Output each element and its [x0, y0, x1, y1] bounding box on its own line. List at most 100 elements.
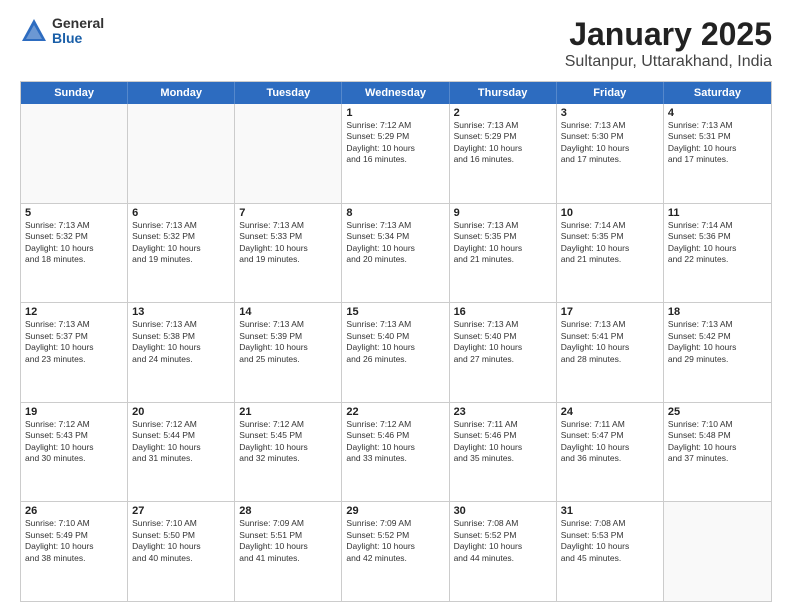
cell-info-line: Sunset: 5:47 PM: [561, 430, 659, 441]
cell-info-line: and 38 minutes.: [25, 553, 123, 564]
cell-info-line: and 32 minutes.: [239, 453, 337, 464]
cell-info-line: Daylight: 10 hours: [239, 442, 337, 453]
cell-info-line: and 35 minutes.: [454, 453, 552, 464]
day-number: 19: [25, 406, 123, 418]
cell-info-line: Sunrise: 7:12 AM: [346, 120, 444, 131]
cell-info-line: Sunrise: 7:13 AM: [25, 319, 123, 330]
calendar-cell: 5Sunrise: 7:13 AMSunset: 5:32 PMDaylight…: [21, 204, 128, 303]
cell-info-line: Sunrise: 7:12 AM: [239, 419, 337, 430]
calendar-cell: 7Sunrise: 7:13 AMSunset: 5:33 PMDaylight…: [235, 204, 342, 303]
calendar-row-2: 12Sunrise: 7:13 AMSunset: 5:37 PMDayligh…: [21, 302, 771, 402]
cell-info-line: and 23 minutes.: [25, 354, 123, 365]
cell-info-line: Sunrise: 7:13 AM: [132, 319, 230, 330]
cell-info-line: Sunrise: 7:13 AM: [561, 120, 659, 131]
day-number: 3: [561, 107, 659, 119]
day-number: 31: [561, 505, 659, 517]
cell-info-line: Sunrise: 7:11 AM: [454, 419, 552, 430]
cell-info-line: Daylight: 10 hours: [346, 143, 444, 154]
day-number: 17: [561, 306, 659, 318]
cell-info-line: Daylight: 10 hours: [454, 342, 552, 353]
cell-info-line: Daylight: 10 hours: [25, 243, 123, 254]
cell-info-line: Sunset: 5:43 PM: [25, 430, 123, 441]
day-number: 12: [25, 306, 123, 318]
calendar: SundayMondayTuesdayWednesdayThursdayFrid…: [20, 81, 772, 602]
cell-info-line: Sunset: 5:46 PM: [346, 430, 444, 441]
day-number: 21: [239, 406, 337, 418]
calendar-cell: 22Sunrise: 7:12 AMSunset: 5:46 PMDayligh…: [342, 403, 449, 502]
cell-info-line: Sunset: 5:35 PM: [561, 231, 659, 242]
cell-info-line: and 37 minutes.: [668, 453, 767, 464]
calendar-row-0: 1Sunrise: 7:12 AMSunset: 5:29 PMDaylight…: [21, 104, 771, 203]
cell-info-line: Sunrise: 7:09 AM: [239, 518, 337, 529]
header: General Blue January 2025 Sultanpur, Utt…: [20, 16, 772, 71]
cell-info-line: Sunrise: 7:12 AM: [25, 419, 123, 430]
cell-info-line: Sunset: 5:51 PM: [239, 530, 337, 541]
cell-info-line: Daylight: 10 hours: [25, 342, 123, 353]
cell-info-line: and 18 minutes.: [25, 254, 123, 265]
cell-info-line: and 44 minutes.: [454, 553, 552, 564]
cell-info-line: Daylight: 10 hours: [239, 342, 337, 353]
cell-info-line: Sunrise: 7:08 AM: [561, 518, 659, 529]
cell-info-line: Sunset: 5:32 PM: [132, 231, 230, 242]
cell-info-line: Sunset: 5:35 PM: [454, 231, 552, 242]
cell-info-line: Sunset: 5:34 PM: [346, 231, 444, 242]
page: General Blue January 2025 Sultanpur, Utt…: [0, 0, 792, 612]
cell-info-line: and 22 minutes.: [668, 254, 767, 265]
cell-info-line: and 27 minutes.: [454, 354, 552, 365]
cell-info-line: and 19 minutes.: [132, 254, 230, 265]
cell-info-line: and 17 minutes.: [668, 154, 767, 165]
calendar-cell: [235, 104, 342, 203]
cell-info-line: and 20 minutes.: [346, 254, 444, 265]
calendar-cell: 1Sunrise: 7:12 AMSunset: 5:29 PMDaylight…: [342, 104, 449, 203]
day-number: 13: [132, 306, 230, 318]
header-day-thursday: Thursday: [450, 82, 557, 104]
cell-info-line: Sunrise: 7:13 AM: [132, 220, 230, 231]
cell-info-line: Sunrise: 7:13 AM: [454, 220, 552, 231]
calendar-cell: 4Sunrise: 7:13 AMSunset: 5:31 PMDaylight…: [664, 104, 771, 203]
calendar-cell: [128, 104, 235, 203]
day-number: 24: [561, 406, 659, 418]
cell-info-line: Daylight: 10 hours: [132, 442, 230, 453]
day-number: 25: [668, 406, 767, 418]
day-number: 5: [25, 207, 123, 219]
calendar-row-1: 5Sunrise: 7:13 AMSunset: 5:32 PMDaylight…: [21, 203, 771, 303]
cell-info-line: Sunrise: 7:13 AM: [239, 319, 337, 330]
day-number: 15: [346, 306, 444, 318]
logo: General Blue: [20, 16, 104, 47]
calendar-cell: 26Sunrise: 7:10 AMSunset: 5:49 PMDayligh…: [21, 502, 128, 601]
calendar-cell: 8Sunrise: 7:13 AMSunset: 5:34 PMDaylight…: [342, 204, 449, 303]
day-number: 20: [132, 406, 230, 418]
cell-info-line: Sunrise: 7:08 AM: [454, 518, 552, 529]
day-number: 29: [346, 505, 444, 517]
cell-info-line: Sunrise: 7:13 AM: [454, 319, 552, 330]
cell-info-line: Sunset: 5:40 PM: [454, 331, 552, 342]
calendar-cell: [664, 502, 771, 601]
cell-info-line: Sunset: 5:33 PM: [239, 231, 337, 242]
calendar-cell: [21, 104, 128, 203]
calendar-cell: 25Sunrise: 7:10 AMSunset: 5:48 PMDayligh…: [664, 403, 771, 502]
cell-info-line: Daylight: 10 hours: [346, 442, 444, 453]
cell-info-line: and 31 minutes.: [132, 453, 230, 464]
cell-info-line: Sunrise: 7:10 AM: [668, 419, 767, 430]
cell-info-line: Sunset: 5:38 PM: [132, 331, 230, 342]
day-number: 11: [668, 207, 767, 219]
cell-info-line: Daylight: 10 hours: [132, 243, 230, 254]
day-number: 7: [239, 207, 337, 219]
cell-info-line: Sunrise: 7:09 AM: [346, 518, 444, 529]
cell-info-line: and 45 minutes.: [561, 553, 659, 564]
header-day-sunday: Sunday: [21, 82, 128, 104]
day-number: 27: [132, 505, 230, 517]
cell-info-line: Daylight: 10 hours: [346, 541, 444, 552]
day-number: 2: [454, 107, 552, 119]
calendar-cell: 13Sunrise: 7:13 AMSunset: 5:38 PMDayligh…: [128, 303, 235, 402]
cell-info-line: Sunset: 5:37 PM: [25, 331, 123, 342]
cell-info-line: and 25 minutes.: [239, 354, 337, 365]
cell-info-line: Sunset: 5:36 PM: [668, 231, 767, 242]
calendar-cell: 10Sunrise: 7:14 AMSunset: 5:35 PMDayligh…: [557, 204, 664, 303]
header-day-tuesday: Tuesday: [235, 82, 342, 104]
cell-info-line: Daylight: 10 hours: [561, 342, 659, 353]
cell-info-line: Sunrise: 7:13 AM: [454, 120, 552, 131]
cell-info-line: Sunrise: 7:10 AM: [132, 518, 230, 529]
cell-info-line: and 17 minutes.: [561, 154, 659, 165]
day-number: 14: [239, 306, 337, 318]
